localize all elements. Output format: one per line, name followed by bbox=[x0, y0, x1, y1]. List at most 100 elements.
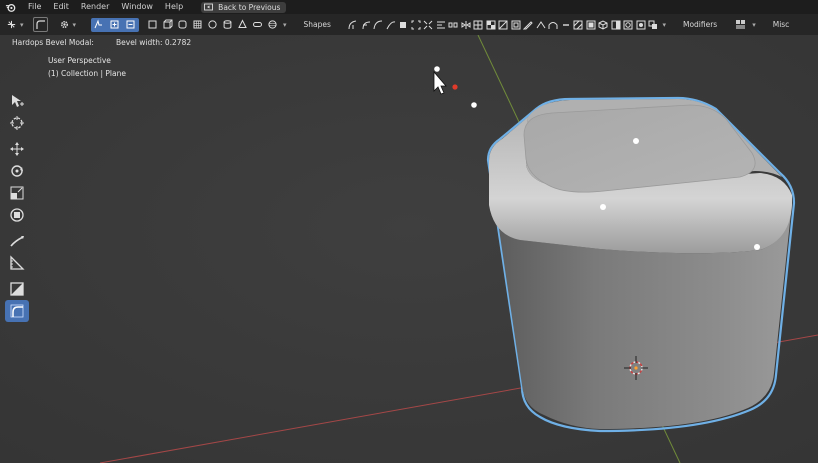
op-expand-button[interactable] bbox=[422, 17, 435, 32]
plane-shape-button[interactable] bbox=[145, 17, 159, 32]
curve-icon bbox=[373, 20, 383, 29]
measure-tool-button[interactable] bbox=[5, 252, 29, 274]
chevron-down-icon[interactable]: ▾ bbox=[662, 21, 666, 29]
crosshair-cursor-icon bbox=[10, 116, 24, 130]
menu-window[interactable]: Window bbox=[115, 0, 159, 14]
op-arch-button[interactable] bbox=[547, 17, 560, 32]
inset-icon bbox=[511, 20, 521, 29]
op-crease-button[interactable] bbox=[534, 17, 547, 32]
op-panel-button[interactable] bbox=[609, 17, 622, 32]
view-name-label: User Perspective bbox=[48, 56, 111, 65]
op-mirror-button[interactable] bbox=[459, 17, 472, 32]
op-hole-button[interactable] bbox=[634, 17, 647, 32]
gizmo-dot[interactable] bbox=[471, 102, 477, 108]
op-frame-button[interactable] bbox=[584, 17, 597, 32]
view-options-button[interactable] bbox=[733, 17, 748, 32]
active-gizmo-dot[interactable] bbox=[452, 84, 458, 90]
op-checker-button[interactable] bbox=[484, 17, 497, 32]
op-array-button[interactable] bbox=[447, 17, 460, 32]
op-grid-button[interactable] bbox=[472, 17, 485, 32]
tool-shelf bbox=[5, 90, 29, 322]
select-mode-2-button[interactable] bbox=[107, 18, 122, 32]
editor-type-dropdown[interactable]: ▾ bbox=[6, 17, 27, 32]
chevron-down-icon[interactable]: ▾ bbox=[283, 21, 287, 29]
sphere-shape-button[interactable] bbox=[265, 17, 279, 32]
move-tool-button[interactable] bbox=[5, 138, 29, 160]
back-to-previous-label: Back to Previous bbox=[218, 2, 281, 12]
op-slice-button[interactable] bbox=[497, 17, 510, 32]
op-inset-button[interactable] bbox=[509, 17, 522, 32]
rotate-tool-button[interactable] bbox=[5, 160, 29, 182]
op-bevel-button[interactable] bbox=[347, 17, 360, 32]
chevron-down-icon: ▾ bbox=[72, 20, 77, 29]
back-to-previous-button[interactable]: Back to Previous bbox=[201, 1, 287, 13]
op-bevel-2-button[interactable] bbox=[359, 17, 372, 32]
op-knife-button[interactable] bbox=[522, 17, 535, 32]
vertex-dot[interactable] bbox=[633, 138, 639, 144]
cone-shape-button[interactable] bbox=[235, 17, 249, 32]
annotate-tool-button[interactable] bbox=[5, 230, 29, 252]
slice-icon bbox=[498, 20, 508, 29]
bevel-curve-icon bbox=[348, 20, 357, 29]
box-shape-button[interactable] bbox=[160, 17, 174, 32]
bevel-tool-button[interactable] bbox=[32, 17, 48, 32]
axis-gizmo-icon bbox=[7, 20, 16, 29]
misc-menu-label[interactable]: Misc bbox=[767, 20, 796, 29]
select-tool-button[interactable] bbox=[5, 90, 29, 112]
capsule-shape-button[interactable] bbox=[250, 17, 264, 32]
menu-file[interactable]: File bbox=[22, 0, 47, 14]
move-arrows-icon bbox=[10, 142, 24, 156]
vertex-dot[interactable] bbox=[754, 244, 760, 250]
beveled-cube-object[interactable] bbox=[486, 96, 796, 433]
scale-tool-button[interactable] bbox=[5, 182, 29, 204]
cylinder-shape-button[interactable] bbox=[220, 17, 234, 32]
op-solid-square-button[interactable] bbox=[397, 17, 410, 32]
select-subtract-icon bbox=[126, 20, 135, 29]
circle-shape-button[interactable] bbox=[205, 17, 219, 32]
arch-icon bbox=[548, 21, 558, 29]
modifiers-menu-label[interactable]: Modifiers bbox=[677, 20, 723, 29]
gear-icon bbox=[60, 21, 68, 28]
select-extend-icon bbox=[110, 20, 119, 29]
op-boolean-button[interactable] bbox=[647, 17, 660, 32]
frame-icon bbox=[586, 20, 596, 29]
boxcutter-tool-button[interactable] bbox=[5, 278, 29, 300]
blender-logo-icon[interactable] bbox=[4, 1, 16, 13]
screen-back-icon bbox=[204, 3, 214, 10]
hardops-tool-button[interactable] bbox=[5, 300, 29, 322]
settings-dropdown[interactable]: ▾ bbox=[59, 17, 80, 32]
select-mode-3-button[interactable] bbox=[123, 18, 138, 32]
menu-help[interactable]: Help bbox=[159, 0, 189, 14]
shapes-menu-label[interactable]: Shapes bbox=[298, 20, 337, 29]
rounded-box-shape-button[interactable] bbox=[175, 17, 189, 32]
op-ring-button[interactable] bbox=[622, 17, 635, 32]
select-mode-1-button[interactable] bbox=[91, 18, 106, 32]
cylinder-icon bbox=[223, 20, 231, 29]
op-corners-button[interactable] bbox=[409, 17, 422, 32]
op-align-button[interactable] bbox=[434, 17, 447, 32]
grid-shape-button[interactable] bbox=[190, 17, 204, 32]
gizmo-dot[interactable] bbox=[434, 66, 440, 72]
op-cube-button[interactable] bbox=[597, 17, 610, 32]
op-dash-button[interactable] bbox=[559, 17, 572, 32]
chevron-down-icon[interactable]: ▾ bbox=[752, 21, 756, 29]
op-curve-button[interactable] bbox=[372, 17, 385, 32]
op-curve-2-button[interactable] bbox=[384, 17, 397, 32]
cursor-tool-button[interactable] bbox=[5, 112, 29, 134]
array-icon bbox=[448, 22, 458, 27]
knife-icon bbox=[523, 20, 533, 29]
menu-edit[interactable]: Edit bbox=[47, 0, 75, 14]
circle-icon bbox=[207, 20, 217, 29]
3d-viewport[interactable]: Hardops Bevel Modal: Bevel width: 0.2782… bbox=[0, 35, 818, 463]
align-icon bbox=[436, 21, 445, 28]
rotate-icon bbox=[11, 165, 23, 177]
tool-header: ▾ ▾ ▾ Shapes ▾ Modifiers ▾ Misc bbox=[0, 14, 818, 35]
grid-icon bbox=[473, 20, 483, 29]
menu-render[interactable]: Render bbox=[75, 0, 115, 14]
checker-icon bbox=[486, 20, 496, 29]
ring-icon bbox=[623, 20, 633, 29]
boxcutter-icon bbox=[10, 282, 24, 296]
vertex-dot[interactable] bbox=[600, 204, 606, 210]
op-stripes-button[interactable] bbox=[572, 17, 585, 32]
transform-tool-button[interactable] bbox=[5, 204, 29, 226]
